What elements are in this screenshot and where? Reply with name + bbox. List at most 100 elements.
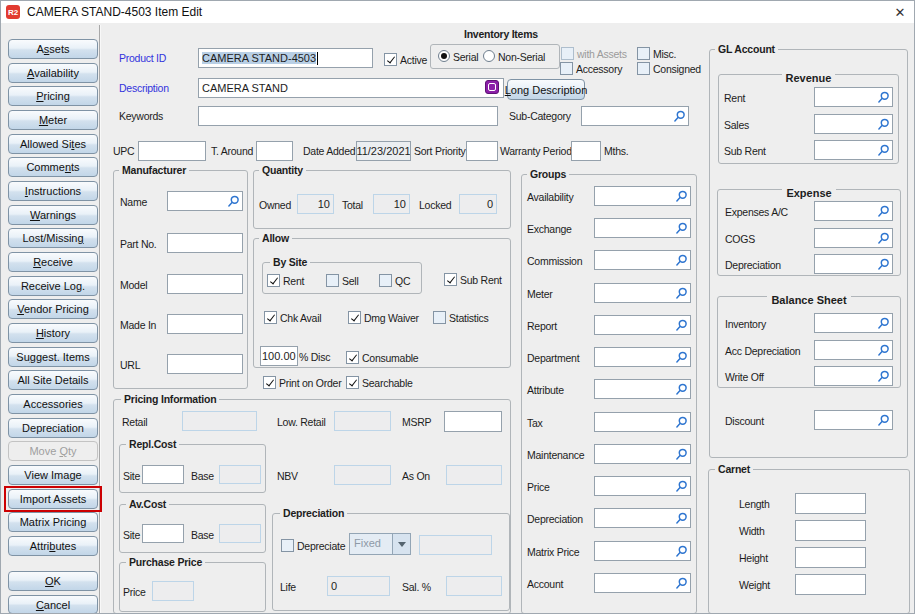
gl-sales-field[interactable] <box>814 114 893 134</box>
warranty-period-field[interactable] <box>571 141 601 161</box>
sidebar-depreciation-button[interactable]: Depreciation <box>8 418 98 438</box>
sidebar-view-image-button[interactable]: View Image <box>8 465 98 485</box>
depreciate-checkbox[interactable] <box>281 539 294 552</box>
carnet-width-field[interactable] <box>795 520 866 541</box>
sidebar-instructions-button[interactable]: Instructions <box>8 181 98 201</box>
sidebar-comments-button[interactable]: Comments <box>8 157 98 177</box>
gl-depreciation-field[interactable] <box>814 254 893 274</box>
statistics-checkbox[interactable] <box>433 311 446 324</box>
sub-rent-checkbox[interactable] <box>444 273 457 286</box>
part-no-field[interactable] <box>167 233 243 253</box>
group-matrix-price-label: Matrix Price <box>527 546 579 559</box>
sidebar-lost-missing-button[interactable]: Lost/Missing <box>8 228 98 248</box>
import-assets-highlight <box>4 486 102 512</box>
price-field <box>152 581 194 601</box>
keywords-field[interactable] <box>198 106 498 126</box>
url-label: URL <box>120 359 140 372</box>
product-id-field[interactable]: CAMERA STAND-4503 <box>198 48 373 68</box>
name-label: Name <box>120 196 147 209</box>
serial-radio[interactable] <box>438 50 450 62</box>
dmg-waiver-checkbox[interactable] <box>348 311 361 324</box>
msrp-field[interactable] <box>444 411 502 432</box>
non-serial-radio[interactable] <box>483 50 495 62</box>
sidebar-allowed-sites-button[interactable]: Allowed Sites <box>8 134 98 154</box>
url-field[interactable] <box>167 354 243 374</box>
carnet-height-field[interactable] <box>795 547 866 568</box>
group-depreciation-label: Depreciation <box>527 513 583 526</box>
name-field[interactable] <box>167 191 243 211</box>
active-checkbox[interactable] <box>384 53 397 66</box>
av-site-field[interactable] <box>142 524 184 543</box>
gl-cogs-label: COGS <box>725 233 755 246</box>
rent-checkbox[interactable] <box>267 274 280 287</box>
sidebar-receive-log-button[interactable]: Receive Log. <box>8 276 98 296</box>
group-report-field[interactable] <box>594 315 691 335</box>
gl-sub-rent-field[interactable] <box>814 140 893 160</box>
close-icon[interactable]: ✕ <box>892 4 908 20</box>
group-tax-field[interactable] <box>594 412 691 432</box>
sub-category-field[interactable] <box>581 106 689 126</box>
group-meter-field[interactable] <box>594 283 691 303</box>
group-price-field[interactable] <box>594 476 691 496</box>
model-field[interactable] <box>167 274 243 294</box>
group-report-label: Report <box>527 320 557 333</box>
gl-write-off-field[interactable] <box>814 366 893 386</box>
sort-priority-field[interactable] <box>466 141 498 161</box>
repl-site-field[interactable] <box>142 465 184 484</box>
sidebar-vendor-pricing-button[interactable]: Vendor Pricing <box>8 299 98 319</box>
gl-rent-field[interactable] <box>814 87 893 107</box>
carnet-weight-field[interactable] <box>795 574 866 595</box>
group-attribute-field[interactable] <box>594 379 691 399</box>
upc-field[interactable] <box>138 141 206 161</box>
misc-checkbox[interactable] <box>637 47 650 60</box>
sidebar-all-site-details-button[interactable]: All Site Details <box>8 370 98 390</box>
consumable-checkbox[interactable] <box>346 351 359 364</box>
t-around-field[interactable] <box>256 141 293 161</box>
disc-field[interactable]: 100.00 <box>260 346 298 366</box>
group-tax-field-search-icon <box>675 416 688 429</box>
qc-checkbox[interactable] <box>379 274 392 287</box>
group-commission-field[interactable] <box>594 250 691 270</box>
group-availability-field-search-icon <box>675 190 688 203</box>
gl-write-off-label: Write Off <box>725 371 764 384</box>
group-availability-field[interactable] <box>594 186 691 206</box>
accessory-checkbox[interactable] <box>560 62 573 75</box>
sidebar-attributes-button[interactable]: Attributes <box>8 536 98 556</box>
gl-acc-depreciation-field[interactable] <box>814 340 893 360</box>
chk-avail-label: Chk Avail <box>280 312 321 325</box>
sidebar-meter-button[interactable]: Meter <box>8 110 98 130</box>
sidebar-availability-button[interactable]: Availability <box>8 63 98 83</box>
sidebar-receive-button[interactable]: Receive <box>8 252 98 272</box>
gl-inventory-field[interactable] <box>814 313 893 333</box>
sidebar-ok-button[interactable]: OK <box>8 571 98 591</box>
group-matrix-price-field[interactable] <box>594 541 691 561</box>
sidebar-history-button[interactable]: History <box>8 323 98 343</box>
group-maintenance-field[interactable] <box>594 444 691 464</box>
sell-checkbox[interactable] <box>326 274 339 287</box>
gl-expenses-a-c-field[interactable] <box>814 201 893 221</box>
carnet-title: Carnet <box>715 463 753 475</box>
chk-avail-checkbox[interactable] <box>264 311 277 324</box>
made-in-field[interactable] <box>167 314 243 334</box>
sidebar-suggest-items-button[interactable]: Suggest. Items <box>8 347 98 367</box>
gl-cogs-field[interactable] <box>814 228 893 248</box>
mths-label: Mths. <box>604 145 628 158</box>
group-depreciation-field[interactable] <box>594 508 691 528</box>
group-department-field[interactable] <box>594 347 691 367</box>
long-description-button[interactable]: Long Description <box>507 79 585 100</box>
sidebar-accessories-button[interactable]: Accessories <box>8 394 98 414</box>
sidebar-pricing-button[interactable]: Pricing <box>8 86 98 106</box>
group-account-field[interactable] <box>594 573 691 593</box>
description-field[interactable]: CAMERA STAND <box>198 78 504 98</box>
gl-discount-field[interactable] <box>814 410 893 430</box>
searchable-checkbox[interactable] <box>346 376 359 389</box>
carnet-length-field[interactable] <box>795 493 866 514</box>
long-description-icon[interactable] <box>485 80 499 94</box>
sidebar-assets-button[interactable]: Assets <box>8 39 98 59</box>
group-exchange-field[interactable] <box>594 218 691 238</box>
sidebar-cancel-button[interactable]: Cancel <box>8 595 98 614</box>
consigned-checkbox[interactable] <box>637 62 650 75</box>
sidebar-matrix-pricing-button[interactable]: Matrix Pricing <box>8 512 98 532</box>
sidebar-warnings-button[interactable]: Warnings <box>8 205 98 225</box>
print-on-order-checkbox[interactable] <box>263 376 276 389</box>
